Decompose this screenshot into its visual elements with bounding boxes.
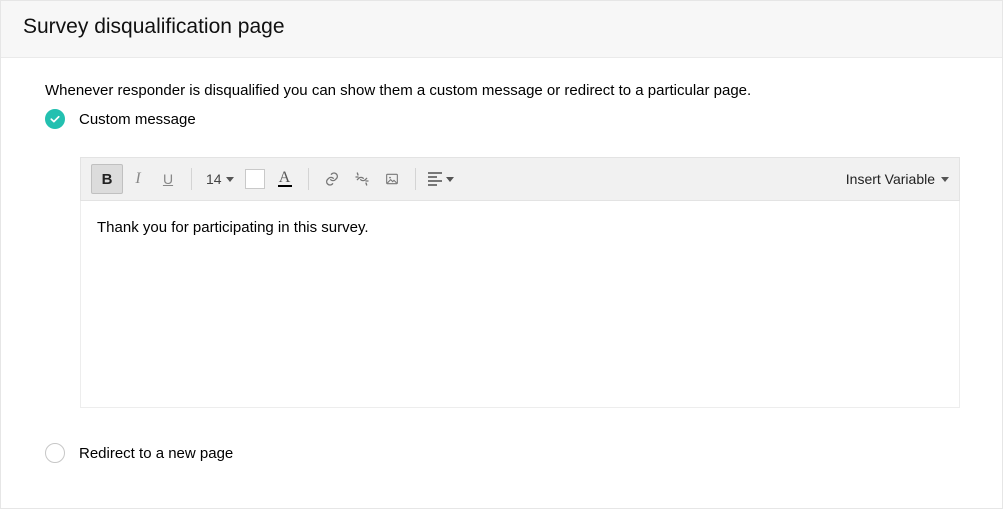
remove-link-button[interactable]: [347, 165, 377, 193]
insert-image-button[interactable]: [377, 165, 407, 193]
align-left-icon: [428, 172, 442, 186]
insert-link-button[interactable]: [317, 165, 347, 193]
insert-variable-label: Insert Variable: [846, 171, 935, 187]
unlink-icon: [354, 171, 370, 187]
panel: Survey disqualification page Whenever re…: [0, 0, 1003, 509]
text-color-bar-icon: [278, 185, 292, 187]
option-custom-message[interactable]: Custom message: [45, 109, 962, 129]
radio-redirect[interactable]: [45, 443, 65, 463]
intro-text: Whenever responder is disqualified you c…: [45, 82, 962, 99]
editor-content: Thank you for participating in this surv…: [97, 219, 369, 236]
option-redirect[interactable]: Redirect to a new page: [45, 443, 962, 463]
option-custom-message-label: Custom message: [79, 111, 196, 128]
editor-toolbar: B I U 14: [80, 157, 960, 201]
text-align-dropdown[interactable]: [424, 172, 458, 186]
check-icon: [49, 113, 61, 125]
editor-textarea[interactable]: Thank you for participating in this surv…: [80, 201, 960, 408]
font-size-value: 14: [206, 171, 222, 187]
link-icon: [324, 171, 340, 187]
insert-variable-dropdown[interactable]: Insert Variable: [846, 171, 949, 187]
toolbar-divider: [415, 168, 416, 190]
bold-button[interactable]: B: [91, 164, 123, 194]
text-color-a-icon: A: [279, 171, 291, 185]
page-header: Survey disqualification page: [1, 1, 1002, 58]
content-area: Whenever responder is disqualified you c…: [1, 58, 1002, 483]
image-icon: [384, 171, 400, 187]
italic-button[interactable]: I: [123, 165, 153, 193]
toolbar-left-group: B I U 14: [91, 164, 458, 194]
underline-button[interactable]: U: [153, 165, 183, 193]
font-size-dropdown[interactable]: 14: [200, 165, 240, 193]
chevron-down-icon: [226, 177, 234, 182]
toolbar-divider: [308, 168, 309, 190]
background-color-button[interactable]: [240, 165, 270, 193]
chevron-down-icon: [446, 177, 454, 182]
chevron-down-icon: [941, 177, 949, 182]
option-redirect-label: Redirect to a new page: [79, 445, 233, 462]
toolbar-divider: [191, 168, 192, 190]
rich-text-editor: B I U 14: [80, 157, 960, 408]
radio-custom-message[interactable]: [45, 109, 65, 129]
page-title: Survey disqualification page: [23, 15, 980, 39]
color-swatch-icon: [245, 169, 265, 189]
text-color-button[interactable]: A: [270, 165, 300, 193]
